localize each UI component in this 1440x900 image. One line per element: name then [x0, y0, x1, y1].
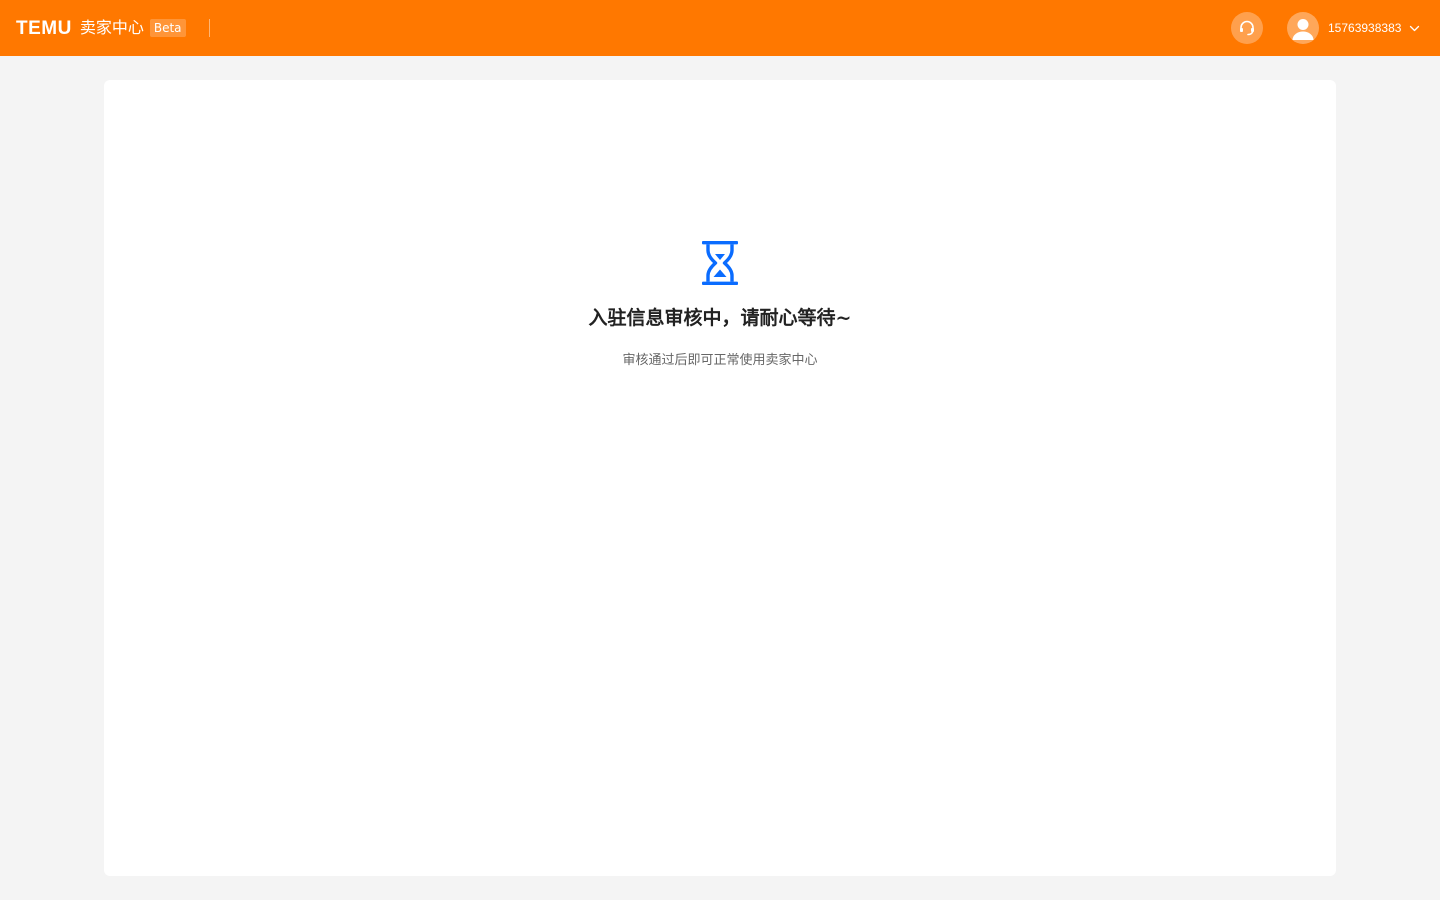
- top-navigation-bar: TEMU 卖家中心 Beta 15763938383: [0, 0, 1440, 56]
- hourglass-icon: [702, 241, 738, 285]
- status-description: 审核通过后即可正常使用卖家中心: [622, 353, 818, 368]
- user-avatar-icon[interactable]: [1287, 12, 1319, 44]
- beta-badge: Beta: [149, 19, 186, 37]
- chevron-down-icon[interactable]: [1409, 23, 1420, 34]
- user-account-menu[interactable]: 15763938383: [1287, 12, 1420, 44]
- username-label[interactable]: 15763938383: [1328, 21, 1401, 35]
- header-divider: [208, 19, 210, 37]
- main-content-card: 入驻信息审核中，请耐心等待~ 审核通过后即可正常使用卖家中心: [104, 80, 1336, 876]
- person-icon: [1292, 19, 1314, 40]
- customer-support-button[interactable]: [1231, 12, 1263, 44]
- headset-icon: [1240, 20, 1254, 36]
- temu-logo[interactable]: TEMU: [16, 19, 72, 38]
- review-status: 入驻信息审核中，请耐心等待~ 审核通过后即可正常使用卖家中心: [104, 241, 1336, 371]
- brand-name: 卖家中心: [79, 18, 144, 37]
- brand-area[interactable]: TEMU 卖家中心 Beta: [16, 0, 210, 56]
- status-title: 入驻信息审核中，请耐心等待~: [588, 307, 852, 329]
